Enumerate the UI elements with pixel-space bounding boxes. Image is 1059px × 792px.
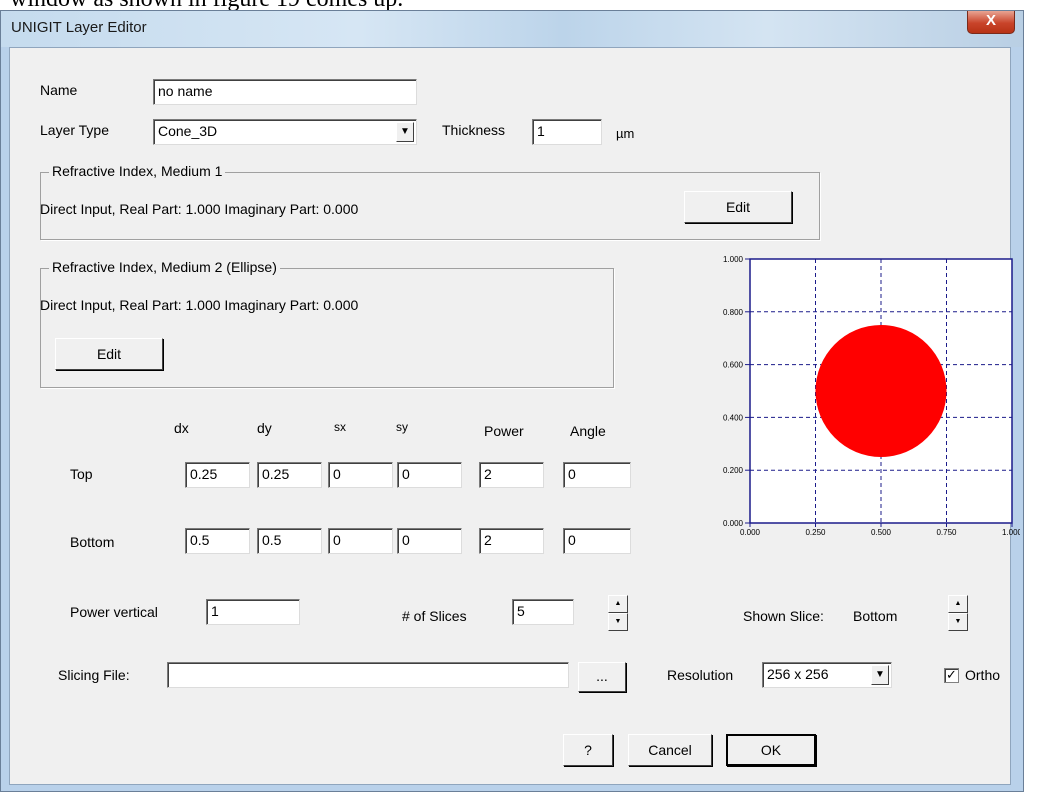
- layer-type-select[interactable]: Cone_3D ▼: [153, 119, 417, 145]
- layer-type-label: Layer Type: [40, 122, 110, 138]
- slicing-file-label: Slicing File:: [58, 667, 130, 683]
- title-bar[interactable]: UNIGIT Layer Editor X: [1, 11, 1023, 47]
- thickness-label: Thickness: [442, 122, 506, 138]
- slices-label: # of Slices: [402, 608, 467, 624]
- thickness-unit: µm: [616, 126, 635, 141]
- resolution-select[interactable]: 256 x 256 ▼: [762, 662, 892, 688]
- medium1-info: Direct Input, Real Part: 1.000 Imaginary…: [40, 201, 359, 217]
- medium1-edit-button[interactable]: Edit: [684, 191, 792, 223]
- x-tick-label: 0.000: [740, 528, 761, 537]
- layer-editor-window: UNIGIT Layer Editor X Name no name Layer…: [0, 10, 1024, 792]
- bottom-angle-input[interactable]: 0: [563, 528, 631, 554]
- close-icon: X: [985, 12, 996, 29]
- close-button[interactable]: X: [967, 11, 1015, 34]
- spin-down-icon[interactable]: ▼: [948, 613, 968, 631]
- y-tick-label: 1.000: [723, 255, 744, 264]
- ortho-label: Ortho: [965, 667, 1001, 683]
- x-tick-label: 0.250: [805, 528, 826, 537]
- bottom-sx-input[interactable]: 0: [328, 528, 393, 554]
- bottom-dx-input[interactable]: 0.5: [185, 528, 250, 554]
- medium2-edit-button[interactable]: Edit: [55, 338, 163, 370]
- check-icon: ✓: [946, 667, 957, 682]
- medium2-group-title: Refractive Index, Medium 2 (Ellipse): [49, 259, 280, 275]
- shown-slice-value: Bottom: [853, 608, 898, 624]
- top-power-input[interactable]: 2: [479, 462, 544, 488]
- medium1-group-title: Refractive Index, Medium 1: [49, 163, 226, 179]
- resolution-value: 256 x 256: [767, 666, 829, 682]
- ellipse-shape: [815, 325, 947, 457]
- y-tick-label: 0.600: [723, 361, 744, 370]
- x-tick-label: 0.500: [871, 528, 892, 537]
- top-sy-input[interactable]: 0: [397, 462, 462, 488]
- window-title: UNIGIT Layer Editor: [11, 19, 147, 36]
- bottom-power-input[interactable]: 2: [479, 528, 544, 554]
- medium2-group: Refractive Index, Medium 2 (Ellipse): [40, 259, 614, 388]
- y-tick-label: 0.200: [723, 466, 744, 475]
- header-sy: sy: [396, 420, 408, 434]
- x-tick-label: 1.000: [1002, 528, 1020, 537]
- layer-type-value: Cone_3D: [158, 123, 218, 139]
- chevron-down-icon[interactable]: ▼: [396, 122, 414, 142]
- shown-slice-label: Shown Slice:: [743, 608, 824, 624]
- power-vertical-input[interactable]: 1: [206, 599, 300, 625]
- medium2-info: Direct Input, Real Part: 1.000 Imaginary…: [40, 297, 359, 313]
- top-sx-input[interactable]: 0: [328, 462, 393, 488]
- spin-up-icon[interactable]: ▲: [948, 595, 968, 613]
- slices-spinner[interactable]: ▲ ▼: [608, 595, 628, 631]
- top-angle-input[interactable]: 0: [563, 462, 631, 488]
- bottom-sy-input[interactable]: 0: [397, 528, 462, 554]
- cancel-button[interactable]: Cancel: [628, 734, 712, 766]
- y-tick-label: 0.800: [723, 308, 744, 317]
- browse-button[interactable]: ...: [578, 662, 626, 692]
- chevron-down-icon[interactable]: ▼: [871, 665, 889, 685]
- help-button[interactable]: ?: [563, 734, 613, 766]
- name-input[interactable]: no name: [153, 79, 417, 105]
- slice-preview-plot: 0.000 0.200 0.400 0.600 0.800 1.000 0.000 0.250…: [698, 251, 1023, 537]
- bottom-row-label: Bottom: [70, 534, 115, 550]
- bottom-dy-input[interactable]: 0.5: [257, 528, 322, 554]
- top-dx-input[interactable]: 0.25: [185, 462, 250, 488]
- header-sx: sx: [334, 420, 346, 434]
- resolution-label: Resolution: [667, 667, 734, 683]
- ortho-checkbox[interactable]: ✓: [944, 668, 959, 683]
- spin-down-icon[interactable]: ▼: [608, 613, 628, 631]
- spin-up-icon[interactable]: ▲: [608, 595, 628, 613]
- thickness-input[interactable]: 1: [532, 119, 602, 145]
- ok-button[interactable]: OK: [726, 734, 816, 766]
- header-dx: dx: [174, 420, 189, 436]
- slices-input[interactable]: 5: [512, 599, 574, 625]
- x-tick-label: 0.750: [936, 528, 957, 537]
- shown-slice-spinner[interactable]: ▲ ▼: [948, 595, 968, 631]
- name-label: Name: [40, 82, 78, 98]
- header-dy: dy: [257, 420, 272, 436]
- slicing-file-input[interactable]: [167, 662, 569, 688]
- header-angle: Angle: [570, 423, 606, 439]
- slice-preview-svg: 0.000 0.200 0.400 0.600 0.800 1.000 0.000 0.250…: [723, 255, 1023, 537]
- y-tick-label: 0.000: [723, 519, 744, 528]
- header-power: Power: [484, 423, 524, 439]
- y-tick-label: 0.400: [723, 413, 744, 422]
- top-dy-input[interactable]: 0.25: [257, 462, 322, 488]
- power-vertical-label: Power vertical: [70, 604, 158, 620]
- top-row-label: Top: [70, 466, 93, 482]
